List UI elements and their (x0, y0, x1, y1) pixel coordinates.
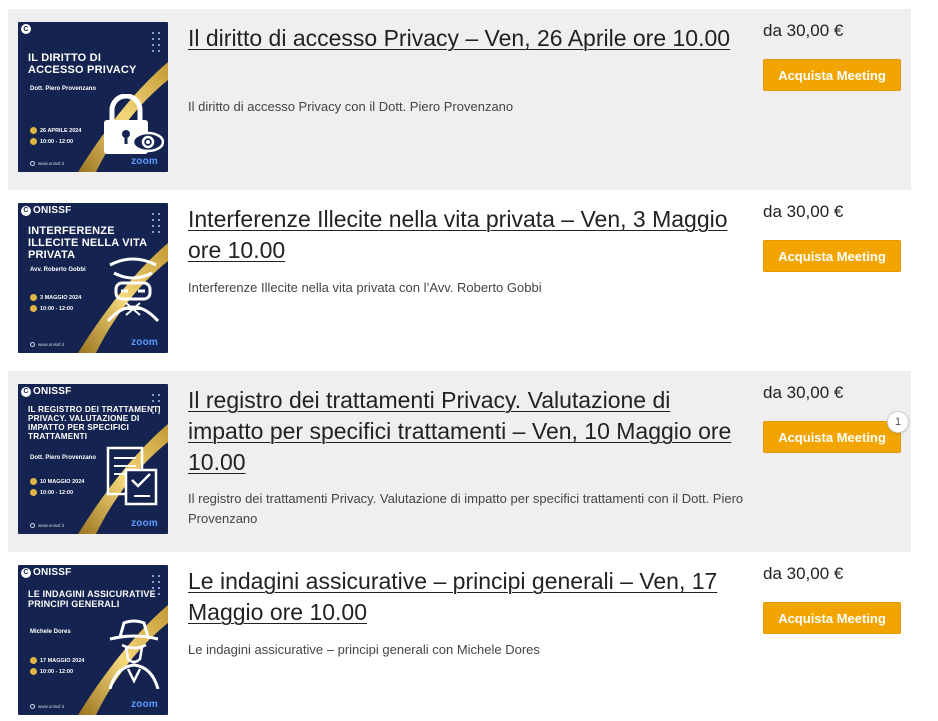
buy-meeting-button[interactable]: Acquista Meeting (763, 240, 901, 272)
clock-icon (30, 668, 37, 675)
product-thumbnail[interactable]: C IL DIRITTO DI ACCESSO PRIVACY Dott. Pi… (18, 22, 168, 172)
thumbnail-heading: IL REGISTRO DEI TRATTAMENTI PRIVACY. VAL… (28, 405, 161, 441)
zoom-logo: zoom (131, 699, 158, 710)
thumbnail-heading: IL DIRITTO DI ACCESSO PRIVACY (28, 52, 137, 76)
product-title-link[interactable]: Interferenze Illecite nella vita privata… (188, 204, 736, 266)
onissf-logo: C (21, 24, 33, 34)
thumbnail-website: www.onissf.it (30, 161, 64, 166)
onissf-logo: C ONISSF (21, 386, 71, 397)
detective-icon (108, 619, 160, 689)
product-price: da 30,00 € (763, 564, 844, 583)
thumbnail-website: www.onissf.it (30, 704, 64, 709)
thumbnail-speaker: Dott. Piero Provenzano (30, 86, 97, 92)
thumbnail-website: www.onissf.it (30, 342, 64, 347)
thumbnail-date: 3 MAGGIO 2024 (30, 294, 81, 301)
hacker-icon (106, 257, 160, 323)
product-title-link[interactable]: Il registro dei trattamenti Privacy. Val… (188, 385, 736, 478)
product-price: da 30,00 € (763, 202, 844, 221)
thumbnail-speaker: Dott. Piero Provenzano (30, 455, 97, 461)
product-list: C IL DIRITTO DI ACCESSO PRIVACY Dott. Pi… (0, 0, 938, 721)
thumbnail-time: 10:00 - 12:00 (30, 489, 73, 496)
onissf-logo: C ONISSF (21, 567, 71, 578)
product-description: Le indagini assicurative – principi gene… (188, 642, 540, 657)
product-row: C ONISSF IL REGISTRO DEI TRATTAMENTI PRIV… (8, 371, 911, 552)
buy-meeting-button[interactable]: Acquista Meeting (763, 602, 901, 634)
quantity-badge: 1 (887, 411, 909, 433)
product-row: C ONISSF LE INDAGINI ASSICURATIVE PRINCIP… (8, 552, 911, 721)
product-description: Interferenze Illecite nella vita privata… (188, 280, 542, 295)
buy-meeting-button[interactable]: Acquista Meeting (763, 421, 901, 453)
product-thumbnail[interactable]: C ONISSF LE INDAGINI ASSICURATIVE PRINCIP… (18, 565, 168, 715)
product-title-link[interactable]: Le indagini assicurative – principi gene… (188, 566, 736, 628)
thumbnail-time: 10:00 - 12:00 (30, 668, 73, 675)
zoom-logo: zoom (131, 156, 158, 167)
thumbnail-website: www.onissf.it (30, 523, 64, 528)
thumbnail-date: 10 MAGGIO 2024 (30, 478, 84, 485)
calendar-icon (30, 127, 37, 134)
product-title-link[interactable]: Il diritto di accesso Privacy – Ven, 26 … (188, 23, 736, 54)
thumbnail-date: 26 APRILE 2024 (30, 127, 81, 134)
product-description: Il diritto di accesso Privacy con il Dot… (188, 99, 514, 114)
zoom-logo: zoom (131, 337, 158, 348)
calendar-icon (30, 478, 37, 485)
zoom-logo: zoom (131, 518, 158, 529)
dots-decoration (150, 30, 162, 56)
product-thumbnail[interactable]: C ONISSF INTERFERENZE ILLECITE NELLA VITA… (18, 203, 168, 353)
product-description: Il registro dei trattamenti Privacy. Val… (188, 491, 744, 526)
product-price: da 30,00 € (763, 21, 844, 40)
thumbnail-speaker: Michele Dores (30, 629, 71, 635)
clock-icon (30, 489, 37, 496)
product-row: C IL DIRITTO DI ACCESSO PRIVACY Dott. Pi… (8, 9, 911, 190)
document-form-icon (106, 446, 158, 506)
product-price: da 30,00 € (763, 383, 844, 402)
calendar-icon (30, 657, 37, 664)
buy-meeting-button[interactable]: Acquista Meeting (763, 59, 901, 91)
lock-eye-icon (104, 94, 164, 154)
thumbnail-time: 10:00 - 12:00 (30, 305, 73, 312)
thumbnail-heading: LE INDAGINI ASSICURATIVE PRINCIPI GENERA… (28, 589, 156, 609)
calendar-icon (30, 294, 37, 301)
thumbnail-date: 17 MAGGIO 2024 (30, 657, 84, 664)
thumbnail-speaker: Avv. Roberto Gobbi (30, 267, 86, 273)
clock-icon (30, 305, 37, 312)
product-row: C ONISSF INTERFERENZE ILLECITE NELLA VITA… (8, 190, 911, 371)
onissf-logo: C ONISSF (21, 205, 71, 216)
thumbnail-time: 10:00 - 12:00 (30, 138, 73, 145)
product-thumbnail[interactable]: C ONISSF IL REGISTRO DEI TRATTAMENTI PRIV… (18, 384, 168, 534)
clock-icon (30, 138, 37, 145)
